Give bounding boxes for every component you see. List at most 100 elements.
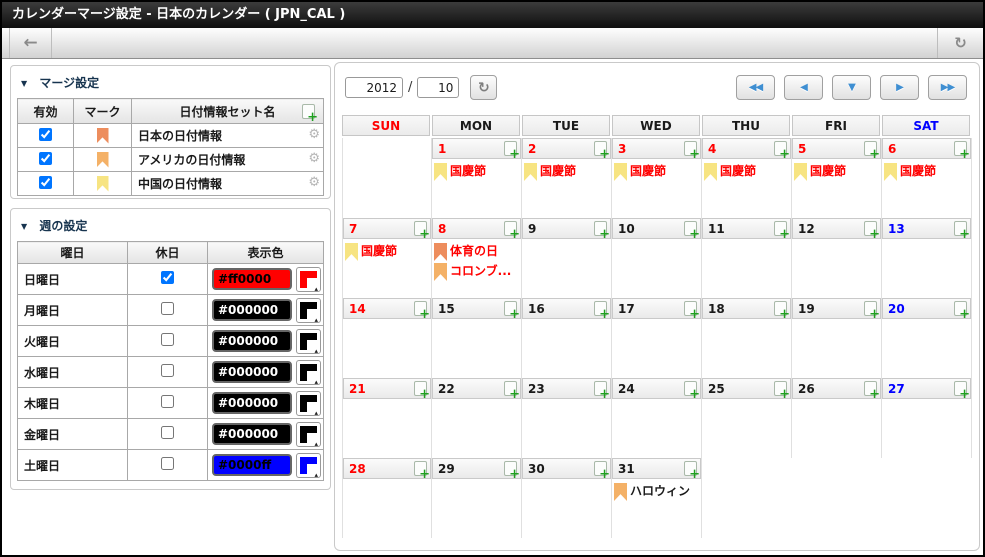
color-input[interactable]: #ff0000 xyxy=(212,268,292,290)
add-event-button[interactable]: + xyxy=(414,381,430,401)
add-event-button[interactable]: + xyxy=(954,221,970,241)
add-event-button[interactable]: + xyxy=(684,141,700,161)
add-event-button[interactable]: + xyxy=(864,221,880,241)
dataset-enabled-checkbox[interactable] xyxy=(39,151,52,165)
event-item[interactable]: 国慶節 xyxy=(884,163,969,181)
holiday-checkbox[interactable] xyxy=(161,395,174,408)
add-event-button[interactable]: + xyxy=(594,221,610,241)
week-row: 土曜日 #0000ff ▴ xyxy=(17,449,324,481)
color-swatch-button[interactable]: ▴ xyxy=(296,452,321,478)
nav-today-button[interactable]: ▼ xyxy=(832,75,871,100)
event-item[interactable]: 国慶節 xyxy=(434,163,519,181)
color-input[interactable]: #000000 xyxy=(212,392,292,414)
add-event-button[interactable]: + xyxy=(414,461,430,481)
cell-header: 7 + xyxy=(343,218,431,241)
refresh-button[interactable]: ↻ xyxy=(937,28,983,58)
event-item[interactable]: 国慶節 xyxy=(524,163,609,181)
holiday-checkbox[interactable] xyxy=(161,333,174,346)
cell-header: 24 + xyxy=(612,378,701,401)
add-event-button[interactable]: + xyxy=(684,381,700,401)
holiday-checkbox[interactable] xyxy=(161,426,174,439)
month-input[interactable] xyxy=(417,77,460,98)
event-item[interactable]: 国慶節 xyxy=(614,163,699,181)
color-input[interactable]: #000000 xyxy=(212,423,292,445)
nav-first-button[interactable]: ◀◀ xyxy=(736,75,775,100)
day-header-mon: MON xyxy=(432,115,520,136)
event-item[interactable]: 国慶節 xyxy=(794,163,879,181)
add-event-button[interactable]: + xyxy=(774,141,790,161)
back-icon: ← xyxy=(23,33,38,53)
nav-last-button[interactable]: ▶▶ xyxy=(928,75,967,100)
color-swatch-button[interactable]: ▴ xyxy=(296,359,321,385)
dataset-name-label: 日本の日付情報 xyxy=(138,129,223,143)
gear-icon[interactable]: ⚙ xyxy=(308,127,320,142)
gear-icon[interactable]: ⚙ xyxy=(308,151,320,166)
holiday-checkbox[interactable] xyxy=(161,271,174,284)
event-item[interactable]: 体育の日 xyxy=(434,243,519,261)
week-row: 木曜日 #000000 ▴ xyxy=(17,387,324,419)
event-item[interactable]: コロンブ... xyxy=(434,263,519,281)
gear-icon[interactable]: ⚙ xyxy=(308,175,320,190)
add-event-button[interactable]: + xyxy=(774,221,790,241)
holiday-checkbox[interactable] xyxy=(161,457,174,470)
cell-header: 12 + xyxy=(792,218,881,241)
add-event-button[interactable]: + xyxy=(594,461,610,481)
color-swatch-button[interactable]: ▴ xyxy=(296,390,321,416)
add-event-button[interactable]: + xyxy=(684,221,700,241)
nav-next-button[interactable]: ▶ xyxy=(880,75,919,100)
add-event-button[interactable]: + xyxy=(504,301,520,321)
add-event-button[interactable]: + xyxy=(954,381,970,401)
calendar-cell: 29 + xyxy=(432,458,522,538)
dataset-enabled-checkbox[interactable] xyxy=(39,175,52,189)
add-event-button[interactable]: + xyxy=(684,461,700,481)
reload-calendar-button[interactable]: ↻ xyxy=(470,75,498,100)
event-item[interactable]: 国慶節 xyxy=(345,243,429,261)
add-event-button[interactable]: + xyxy=(414,221,430,241)
add-event-button[interactable]: + xyxy=(864,301,880,321)
holiday-checkbox[interactable] xyxy=(161,302,174,315)
color-input[interactable]: #000000 xyxy=(212,299,292,321)
add-event-button[interactable]: + xyxy=(594,381,610,401)
add-event-button[interactable]: + xyxy=(684,301,700,321)
merge-panel-header[interactable]: ▼ マージ設定 xyxy=(17,71,324,98)
empty-cell xyxy=(792,458,882,538)
dataset-enabled-checkbox[interactable] xyxy=(39,127,52,141)
add-event-button[interactable]: + xyxy=(954,301,970,321)
color-input[interactable]: #0000ff xyxy=(212,454,292,476)
year-input[interactable] xyxy=(345,77,403,98)
nav-prev-button[interactable]: ◀ xyxy=(784,75,823,100)
back-button[interactable]: ← xyxy=(10,28,52,58)
color-input[interactable]: #000000 xyxy=(212,361,292,383)
add-event-button[interactable]: + xyxy=(504,381,520,401)
color-input[interactable]: #000000 xyxy=(212,330,292,352)
calendar-cell: 21 + xyxy=(342,378,432,458)
event-item[interactable]: ハロウィン xyxy=(614,483,699,501)
cell-header: 22 + xyxy=(432,378,521,401)
add-event-button[interactable]: + xyxy=(774,301,790,321)
add-event-button[interactable]: + xyxy=(504,461,520,481)
add-dataset-button[interactable]: + xyxy=(302,104,318,123)
add-event-button[interactable]: + xyxy=(504,221,520,241)
event-mark-icon xyxy=(614,483,627,501)
color-swatch-button[interactable]: ▴ xyxy=(296,421,321,447)
add-event-button[interactable]: + xyxy=(594,141,610,161)
enabled-cell xyxy=(17,171,74,196)
event-label: 国慶節 xyxy=(720,164,757,178)
add-event-button[interactable]: + xyxy=(594,301,610,321)
event-label: ハロウィン xyxy=(630,484,691,498)
calendar-cell: 19 + xyxy=(792,298,882,378)
color-swatch-button[interactable]: ▴ xyxy=(296,328,321,354)
add-event-button[interactable]: + xyxy=(774,381,790,401)
event-item[interactable]: 国慶節 xyxy=(704,163,789,181)
week-panel-header[interactable]: ▼ 週の設定 xyxy=(17,214,324,241)
color-swatch-button[interactable]: ▴ xyxy=(296,297,321,323)
add-event-button[interactable]: + xyxy=(864,141,880,161)
event-list: 国慶節 xyxy=(432,159,521,181)
add-event-button[interactable]: + xyxy=(414,301,430,321)
add-event-button[interactable]: + xyxy=(504,141,520,161)
holiday-checkbox[interactable] xyxy=(161,364,174,377)
add-event-button[interactable]: + xyxy=(864,381,880,401)
event-list xyxy=(792,239,881,243)
add-event-button[interactable]: + xyxy=(954,141,970,161)
color-swatch-button[interactable]: ▴ xyxy=(296,266,321,292)
